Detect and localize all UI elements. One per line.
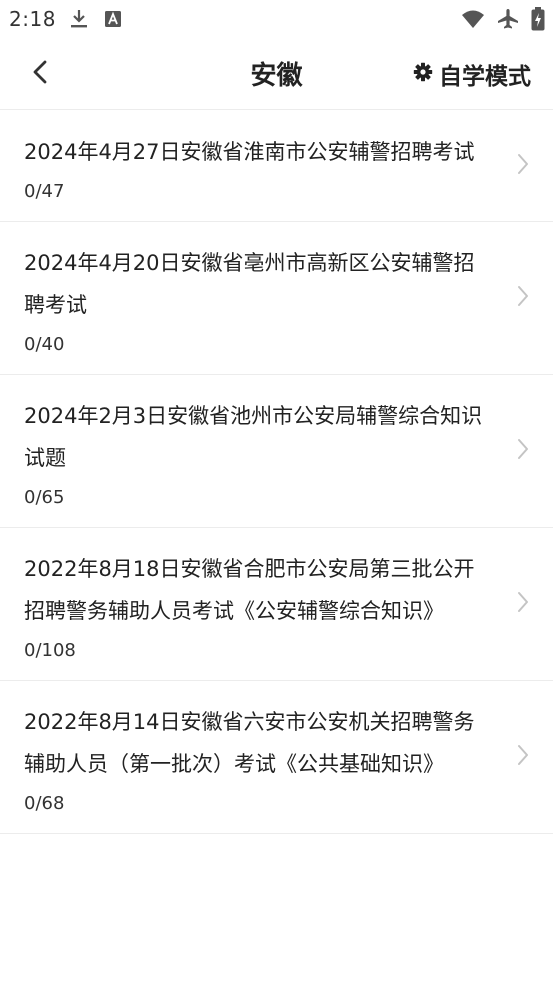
wifi-icon xyxy=(461,9,485,29)
chevron-right-icon xyxy=(517,591,529,617)
exam-title: 2024年2月3日安徽省池州市公安局辅警综合知识试题 xyxy=(24,404,483,470)
exam-progress: 0/68 xyxy=(24,793,65,814)
exam-progress: 0/108 xyxy=(24,640,76,661)
exam-list-item[interactable]: 2024年4月27日安徽省淮南市公安辅警招聘考试 0/47 xyxy=(0,111,553,222)
chevron-right-icon xyxy=(517,438,529,464)
exam-progress: 0/40 xyxy=(24,334,65,355)
exam-title: 2024年4月27日安徽省淮南市公安辅警招聘考试 xyxy=(24,140,475,164)
exam-list-item[interactable]: 2024年2月3日安徽省池州市公安局辅警综合知识试题 0/65 xyxy=(0,375,553,528)
status-bar: 2:18 xyxy=(0,0,553,38)
download-icon xyxy=(70,9,88,29)
exam-title: 2022年8月14日安徽省六安市公安机关招聘警务辅助人员（第一批次）考试《公共基… xyxy=(24,710,475,776)
exam-list-item[interactable]: 2022年8月14日安徽省六安市公安机关招聘警务辅助人员（第一批次）考试《公共基… xyxy=(0,681,553,834)
exam-title: 2022年8月18日安徽省合肥市公安局第三批公开招聘警务辅助人员考试《公安辅警综… xyxy=(24,557,475,623)
airplane-icon xyxy=(497,8,519,30)
self-study-mode-button[interactable]: 自学模式 xyxy=(413,57,531,91)
font-a-icon xyxy=(104,10,122,28)
app-header: 安徽 自学模式 xyxy=(0,38,553,110)
chevron-left-icon xyxy=(32,60,48,88)
exam-list: 2024年4月27日安徽省淮南市公安辅警招聘考试 0/47 2024年4月20日… xyxy=(0,111,553,834)
status-left-icons xyxy=(70,9,122,29)
chevron-right-icon xyxy=(517,153,529,179)
status-right-icons xyxy=(461,7,545,31)
chevron-right-icon xyxy=(517,744,529,770)
status-time: 2:18 xyxy=(9,7,56,31)
exam-progress: 0/65 xyxy=(24,487,65,508)
battery-charging-icon xyxy=(531,7,545,31)
back-button[interactable] xyxy=(22,56,58,92)
exam-title: 2024年4月20日安徽省亳州市高新区公安辅警招聘考试 xyxy=(24,251,475,317)
exam-list-item[interactable]: 2022年8月18日安徽省合肥市公安局第三批公开招聘警务辅助人员考试《公安辅警综… xyxy=(0,528,553,681)
self-study-mode-label: 自学模式 xyxy=(439,64,531,90)
gear-icon xyxy=(413,62,433,86)
chevron-right-icon xyxy=(517,285,529,311)
exam-list-item[interactable]: 2024年4月20日安徽省亳州市高新区公安辅警招聘考试 0/40 xyxy=(0,222,553,375)
exam-progress: 0/47 xyxy=(24,181,65,202)
